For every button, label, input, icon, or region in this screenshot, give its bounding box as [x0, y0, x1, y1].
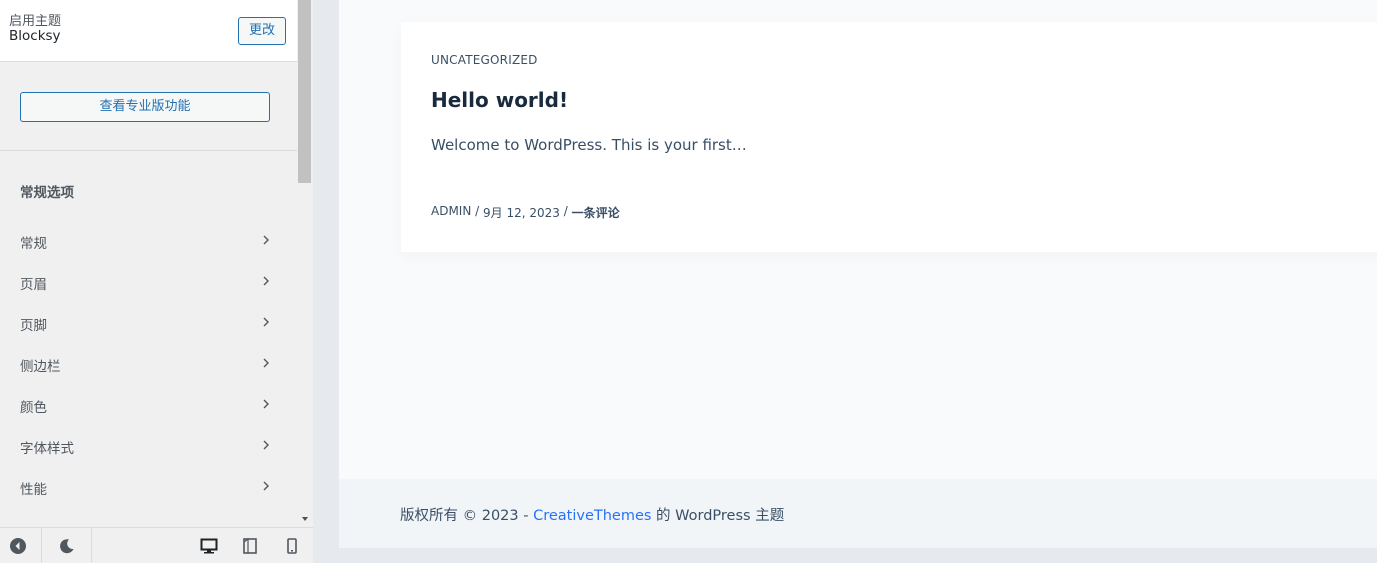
scrollbar-thumb[interactable] [298, 0, 311, 183]
sidebar-item-header[interactable]: 页眉 [0, 261, 297, 302]
active-theme-name: Blocksy [9, 28, 61, 44]
chevron-right-icon [263, 481, 269, 491]
chevron-right-icon [263, 317, 269, 327]
sidebar-item-general[interactable]: 常规 [0, 220, 297, 261]
tablet-icon[interactable] [230, 528, 270, 563]
sidebar-item-label: 页脚 [20, 318, 47, 334]
chevron-right-icon [263, 399, 269, 409]
chevron-right-icon [263, 440, 269, 450]
dark-mode-icon[interactable] [47, 528, 87, 563]
sidebar-item-label: 颜色 [20, 400, 47, 416]
active-theme-panel: 启用主题 Blocksy 更改 [0, 0, 297, 62]
post-author-link[interactable]: ADMIN [431, 204, 471, 221]
desktop-icon[interactable] [189, 528, 229, 563]
sidebar-item-performance[interactable]: 性能 [0, 466, 297, 507]
section-title: 常规选项 [20, 185, 74, 201]
post-meta: ADMIN / 9月 12, 2023 / 一条评论 [431, 204, 620, 221]
customizer-sidebar: 启用主题 Blocksy 更改 查看专业版功能 常规选项 常规 页眉 页脚 侧边… [0, 0, 313, 563]
copyright-prefix: 版权所有 © 2023 - [400, 508, 534, 524]
mobile-icon[interactable] [272, 528, 312, 563]
sidebar-item-label: 常规 [20, 236, 47, 252]
customizer-footer-bar [0, 527, 313, 563]
creativethemes-link[interactable]: CreativeThemes [533, 508, 651, 524]
post-card: UNCATEGORIZED Hello world! Welcome to Wo… [401, 22, 1377, 252]
sidebar-item-footer[interactable]: 页脚 [0, 302, 297, 343]
sidebar-scrollbar[interactable] [297, 0, 313, 527]
post-excerpt: Welcome to WordPress. This is your first… [431, 136, 747, 154]
divider [91, 528, 92, 563]
change-theme-button[interactable]: 更改 [238, 17, 286, 45]
copyright-text: 版权所有 © 2023 - CreativeThemes 的 WordPress… [400, 504, 784, 525]
sidebar-item-sidebar[interactable]: 侧边栏 [0, 343, 297, 384]
chevron-right-icon [263, 235, 269, 245]
site-footer: 版权所有 © 2023 - CreativeThemes 的 WordPress… [339, 479, 1377, 548]
chevron-right-icon [263, 358, 269, 368]
sidebar-item-typography[interactable]: 字体样式 [0, 425, 297, 466]
divider [41, 528, 42, 563]
active-theme-label: 启用主题 [9, 14, 62, 29]
post-comments-link[interactable]: 一条评论 [572, 204, 620, 221]
post-category-link[interactable]: UNCATEGORIZED [431, 53, 538, 67]
site-preview: UNCATEGORIZED Hello world! Welcome to Wo… [339, 0, 1377, 548]
sidebar-item-colors[interactable]: 颜色 [0, 384, 297, 425]
sidebar-item-label: 字体样式 [20, 441, 74, 457]
view-pro-features-button[interactable]: 查看专业版功能 [20, 92, 270, 122]
divider [0, 150, 297, 151]
post-title-link[interactable]: Hello world! [431, 88, 568, 112]
sidebar-item-label: 侧边栏 [20, 359, 61, 375]
scroll-down-arrow-icon[interactable] [297, 511, 313, 527]
hide-controls-icon[interactable] [0, 528, 38, 563]
post-date-link[interactable]: 9月 12, 2023 [483, 204, 560, 221]
meta-separator: / [559, 204, 572, 218]
copyright-suffix: 的 WordPress 主题 [651, 508, 785, 524]
chevron-right-icon [263, 276, 269, 286]
sidebar-item-label: 页眉 [20, 277, 47, 293]
sidebar-item-label: 性能 [20, 482, 47, 498]
meta-separator: / [471, 204, 483, 218]
